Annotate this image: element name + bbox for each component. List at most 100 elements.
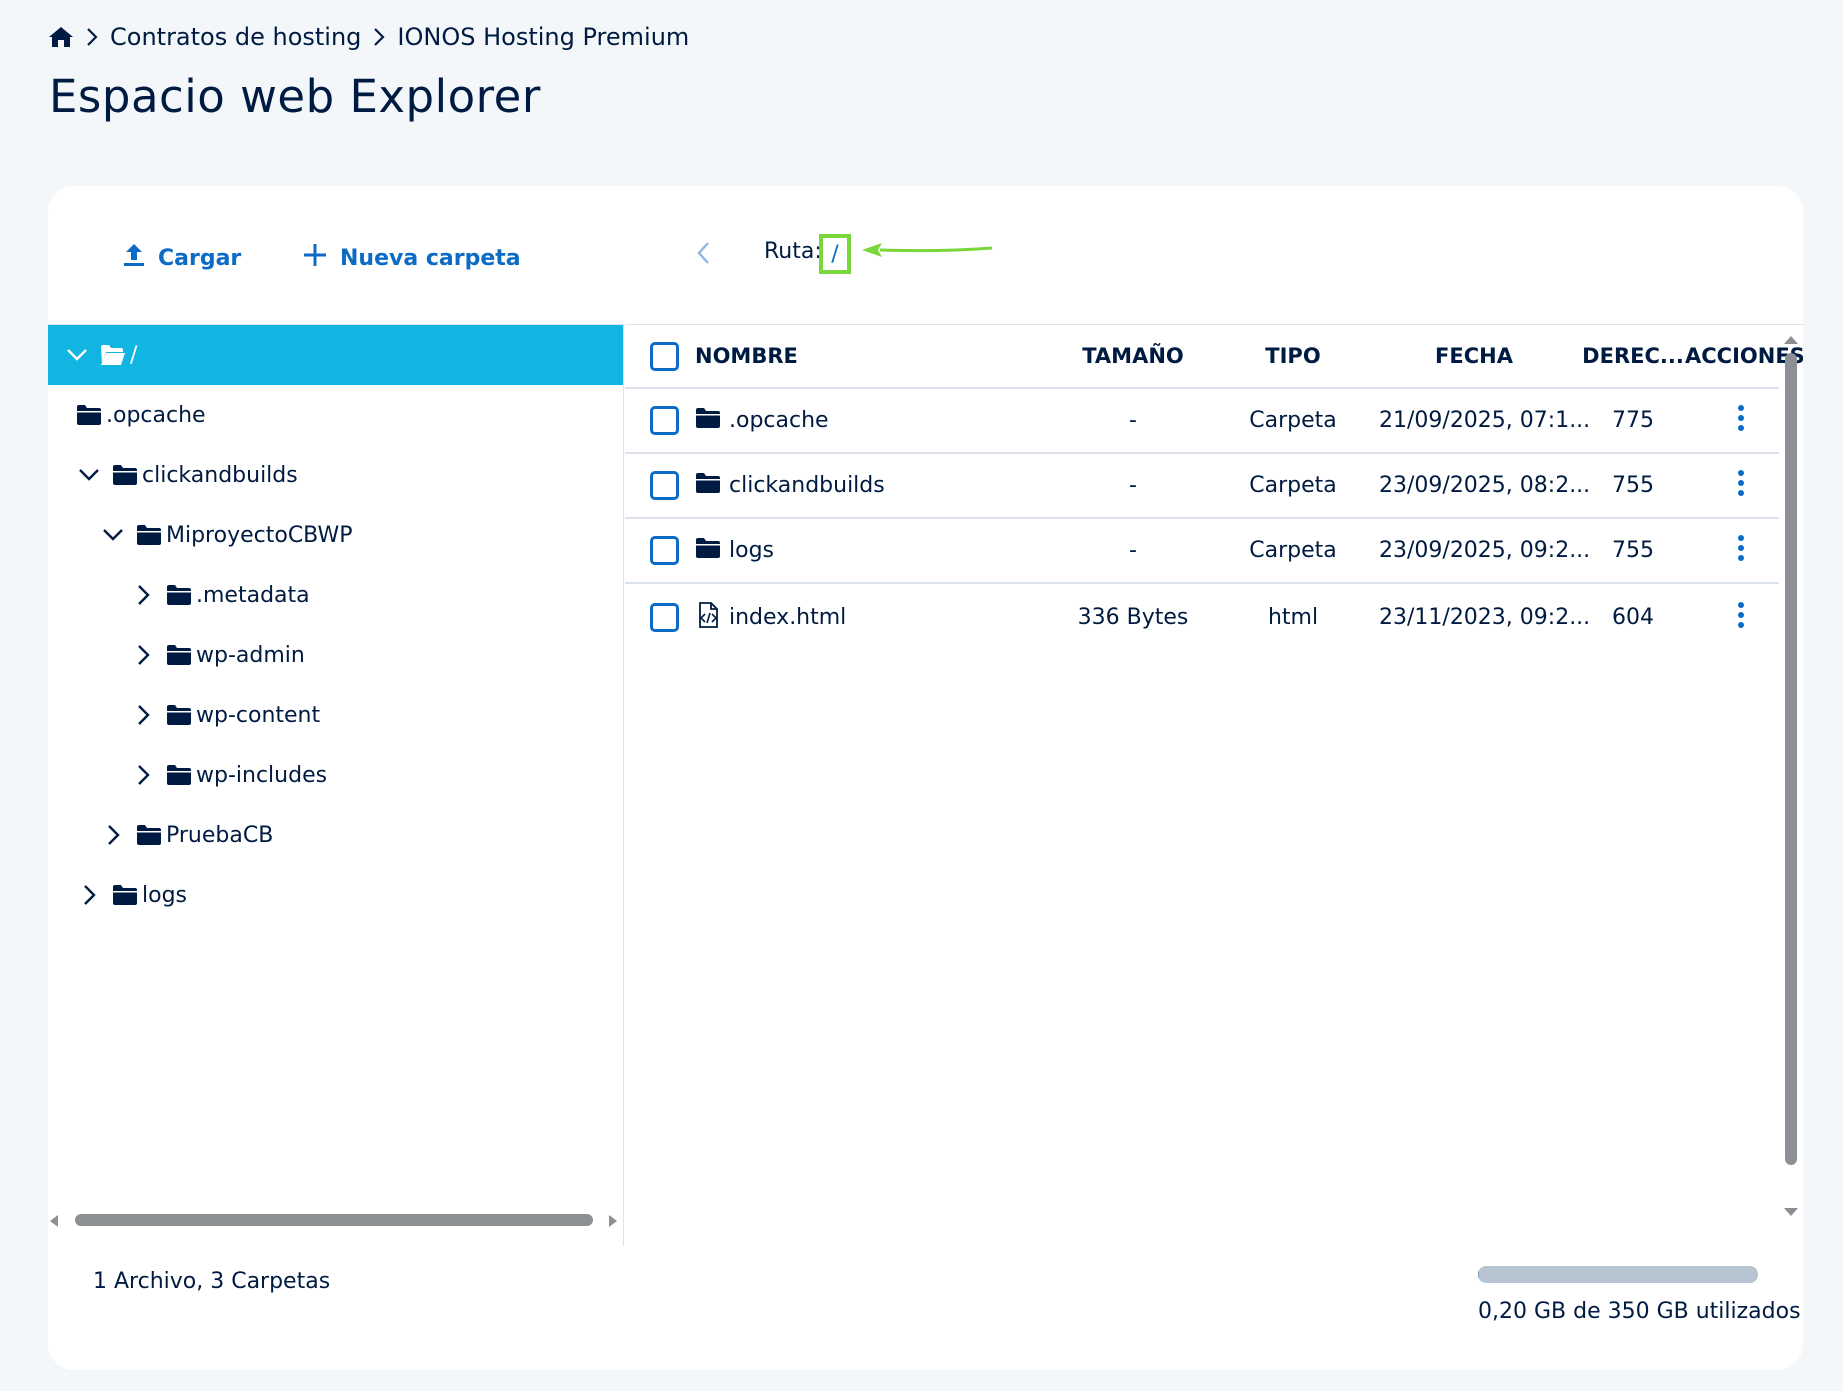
row-date: 23/11/2023, 09:2...: [1379, 605, 1591, 630]
row-name-label: clickandbuilds: [729, 473, 885, 498]
row-date: 23/09/2025, 08:2...: [1379, 473, 1591, 498]
row-size: -: [1129, 408, 1137, 433]
new-folder-label: Nueva carpeta: [340, 245, 521, 271]
chevron-right-icon: [86, 27, 98, 47]
path-value[interactable]: /: [819, 234, 851, 274]
table-vertical-scrollbar[interactable]: [1779, 325, 1803, 1246]
table-row[interactable]: clickandbuilds - Carpeta 23/09/2025, 08:…: [625, 454, 1779, 519]
tree-horizontal-scrollbar[interactable]: [48, 1207, 623, 1233]
scroll-up-icon[interactable]: [1783, 331, 1799, 350]
tree-item-root[interactable]: /: [48, 325, 623, 385]
scroll-left-icon[interactable]: [48, 1213, 60, 1232]
row-name[interactable]: logs: [695, 537, 774, 565]
tree-item-pruebacb[interactable]: PruebaCB: [48, 805, 623, 865]
tree-item-label: MiproyectoCBWP: [166, 522, 353, 548]
code-file-icon: [695, 601, 721, 634]
tree-item-logs[interactable]: logs: [48, 865, 623, 925]
more-vertical-icon[interactable]: [1737, 601, 1745, 635]
row-name[interactable]: clickandbuilds: [695, 472, 885, 500]
row-name-label: index.html: [729, 605, 847, 630]
chevron-right-icon[interactable]: [130, 644, 156, 666]
tree-item-label: wp-includes: [196, 762, 328, 788]
table-row[interactable]: .opcache - Carpeta 21/09/2025, 07:1... 7…: [625, 389, 1779, 454]
chevron-down-icon[interactable]: [100, 528, 126, 542]
scroll-down-icon[interactable]: [1783, 1203, 1799, 1222]
folder-icon: [112, 464, 138, 486]
annotation-arrow-icon: [860, 240, 994, 264]
row-type: Carpeta: [1249, 408, 1337, 433]
folder-icon: [166, 644, 192, 666]
table-row[interactable]: index.html 336 Bytes html 23/11/2023, 09…: [625, 584, 1779, 651]
select-all-checkbox[interactable]: [650, 341, 679, 371]
tree-item-label: .metadata: [196, 582, 310, 608]
tree-item-miproyecto[interactable]: MiproyectoCBWP: [48, 505, 623, 565]
tree-item-label: clickandbuilds: [142, 462, 298, 488]
explorer-card: Cargar Nueva carpeta Ruta: / / .opcache: [48, 186, 1803, 1370]
folder-tree: / .opcache clickandbuilds MiproyectoCBWP…: [48, 324, 624, 1246]
tree-item-label: PruebaCB: [166, 822, 274, 848]
folder-icon: [136, 824, 162, 846]
more-vertical-icon[interactable]: [1737, 404, 1745, 438]
chevron-right-icon[interactable]: [76, 884, 102, 906]
header-size[interactable]: TAMAÑO: [1043, 344, 1223, 368]
chevron-right-icon[interactable]: [130, 584, 156, 606]
upload-label: Cargar: [158, 245, 242, 271]
row-size: -: [1129, 473, 1137, 498]
more-vertical-icon[interactable]: [1737, 534, 1745, 568]
tree-item-label: wp-content: [196, 702, 321, 728]
more-vertical-icon[interactable]: [1737, 469, 1745, 503]
table-row[interactable]: logs - Carpeta 23/09/2025, 09:2... 755: [625, 519, 1779, 584]
row-checkbox[interactable]: [650, 536, 679, 565]
tree-item-opcache[interactable]: .opcache: [48, 385, 623, 445]
chevron-right-icon[interactable]: [130, 704, 156, 726]
scroll-right-icon[interactable]: [607, 1213, 619, 1232]
tree-item-clickandbuilds[interactable]: clickandbuilds: [48, 445, 623, 505]
header-rights[interactable]: DEREC...: [1581, 344, 1685, 368]
breadcrumb-hosting-contracts[interactable]: Contratos de hosting: [110, 23, 361, 51]
header-type[interactable]: TIPO: [1233, 344, 1353, 368]
row-checkbox[interactable]: [650, 603, 679, 632]
tree-item-wp-admin[interactable]: wp-admin: [48, 625, 623, 685]
row-name[interactable]: .opcache: [695, 407, 829, 435]
tree-item-metadata[interactable]: .metadata: [48, 565, 623, 625]
row-rights: 755: [1612, 538, 1654, 563]
chevron-down-icon[interactable]: [64, 348, 90, 362]
breadcrumb-hosting-premium[interactable]: IONOS Hosting Premium: [397, 23, 689, 51]
row-name[interactable]: index.html: [695, 601, 847, 634]
path-label: Ruta:: [764, 239, 822, 264]
scroll-thumb[interactable]: [75, 1214, 593, 1226]
page-title: Espacio web Explorer: [49, 70, 541, 123]
row-date: 21/09/2025, 07:1...: [1379, 408, 1591, 433]
header-actions: ACCIONES: [1685, 344, 1803, 368]
chevron-right-icon[interactable]: [130, 764, 156, 786]
home-icon[interactable]: [48, 25, 74, 49]
upload-button[interactable]: Cargar: [122, 238, 241, 278]
chevron-right-icon: [373, 27, 385, 47]
tree-item-label: logs: [142, 882, 187, 908]
header-name[interactable]: NOMBRE: [695, 344, 798, 368]
breadcrumb: Contratos de hosting IONOS Hosting Premi…: [48, 20, 689, 54]
header-date[interactable]: FECHA: [1379, 344, 1569, 368]
folder-icon: [166, 704, 192, 726]
tree-item-wp-content[interactable]: wp-content: [48, 685, 623, 745]
folder-icon: [76, 404, 102, 426]
new-folder-button[interactable]: Nueva carpeta: [302, 238, 521, 278]
tree-item-label: .opcache: [106, 402, 206, 428]
folder-open-icon: [100, 344, 126, 366]
row-name-label: logs: [729, 538, 774, 563]
back-chevron-icon[interactable]: [696, 240, 712, 270]
storage-usage-bar: [1478, 1266, 1758, 1283]
file-table: NOMBRE TAMAÑO TIPO FECHA DEREC... ACCION…: [625, 324, 1803, 1246]
scroll-thumb[interactable]: [1785, 353, 1797, 1165]
chevron-right-icon[interactable]: [100, 824, 126, 846]
row-checkbox[interactable]: [650, 471, 679, 500]
chevron-down-icon[interactable]: [76, 468, 102, 482]
row-name-label: .opcache: [729, 408, 829, 433]
row-rights: 604: [1612, 605, 1654, 630]
row-size: 336 Bytes: [1077, 605, 1189, 630]
tree-item-label: wp-admin: [196, 642, 305, 668]
row-checkbox[interactable]: [650, 406, 679, 435]
tree-item-wp-includes[interactable]: wp-includes: [48, 745, 623, 805]
row-date: 23/09/2025, 09:2...: [1379, 538, 1591, 563]
folder-icon: [695, 407, 721, 435]
